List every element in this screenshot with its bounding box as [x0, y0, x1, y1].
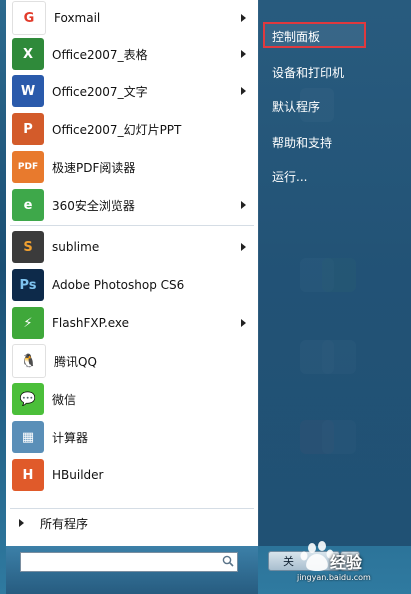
- program-item[interactable]: P Office2007_幻灯片PPT: [6, 111, 258, 147]
- program-label: sublime: [52, 240, 100, 254]
- program-label: FlashFXP.exe: [52, 316, 130, 330]
- search-input[interactable]: [20, 552, 238, 572]
- excel-icon: X: [12, 38, 44, 70]
- program-item[interactable]: 🐧 腾讯QQ: [6, 343, 258, 379]
- program-label: 腾讯QQ: [54, 354, 97, 369]
- qq-icon: 🐧: [12, 344, 46, 378]
- program-item[interactable]: PDF 极速PDF阅读器: [6, 149, 258, 185]
- all-programs-item[interactable]: 所有程序: [6, 511, 258, 535]
- expand-arrow-icon: [19, 519, 24, 527]
- pdf-reader-icon: PDF: [12, 151, 44, 183]
- program-label: HBuilder: [52, 468, 104, 482]
- program-item[interactable]: Ssublime: [6, 229, 258, 265]
- program-label: 360安全浏览器: [52, 198, 135, 213]
- program-item[interactable]: X Office2007_表格: [6, 36, 258, 72]
- search-icon[interactable]: [222, 555, 234, 567]
- watermark-url: jingyan.baidu.com: [297, 573, 371, 582]
- word-icon: W: [12, 75, 44, 107]
- program-item[interactable]: Ps Adobe Photoshop CS6: [6, 267, 258, 303]
- right-links-panel: 控制面板 设备和打印机 默认程序 帮助和支持 运行...: [258, 0, 411, 546]
- submenu-arrow-icon: [241, 50, 246, 58]
- submenu-arrow-icon: [241, 243, 246, 251]
- program-label: Adobe Photoshop CS6: [52, 278, 185, 292]
- submenu-arrow-icon: [241, 14, 246, 22]
- search-area: [6, 546, 258, 594]
- 360-browser-icon: e: [12, 189, 44, 221]
- right-link-devices-printers[interactable]: 设备和打印机: [272, 64, 344, 81]
- program-label: 微信: [52, 392, 77, 407]
- program-label: Office2007_幻灯片PPT: [52, 122, 182, 137]
- powerpoint-icon: P: [12, 113, 44, 145]
- program-item[interactable]: e 360安全浏览器: [6, 187, 258, 223]
- calculator-icon: ▦: [12, 421, 44, 453]
- right-link-control-panel[interactable]: 控制面板: [272, 28, 320, 45]
- program-label: Office2007_文字: [52, 84, 148, 99]
- program-label: 计算器: [52, 430, 89, 445]
- program-item[interactable]: ▦ 计算器: [6, 419, 258, 455]
- hbuilder-icon: H: [12, 459, 44, 491]
- flashfxp-icon: ⚡: [12, 307, 44, 339]
- right-link-default-programs[interactable]: 默认程序: [272, 98, 320, 115]
- start-menu-screen: G Foxmail X Office2007_表格 W Office2007_文字 P Off…: [0, 0, 411, 594]
- foxmail-icon: G: [12, 1, 46, 35]
- submenu-arrow-icon: [241, 87, 246, 95]
- submenu-arrow-icon: [241, 319, 246, 327]
- program-item[interactable]: H HBuilder: [6, 457, 258, 493]
- separator: [10, 225, 254, 226]
- program-item[interactable]: G Foxmail: [6, 0, 258, 36]
- separator: [10, 508, 254, 509]
- program-item[interactable]: 💬 微信: [6, 381, 258, 417]
- wechat-icon: 💬: [12, 383, 44, 415]
- program-item[interactable]: W Office2007_文字: [6, 73, 258, 109]
- program-label: 极速PDF阅读器: [52, 160, 136, 175]
- sublime-icon: S: [12, 231, 44, 263]
- watermark-text: 经验: [330, 553, 363, 572]
- right-link-run[interactable]: 运行...: [272, 168, 307, 185]
- all-programs-label: 所有程序: [40, 516, 89, 531]
- program-list-panel: G Foxmail X Office2007_表格 W Office2007_文字 P Off…: [6, 0, 259, 546]
- program-item[interactable]: ⚡ FlashFXP.exe: [6, 305, 258, 341]
- submenu-arrow-icon: [241, 201, 246, 209]
- program-label: Foxmail: [54, 11, 101, 25]
- program-label: Office2007_表格: [52, 47, 148, 62]
- right-link-help-support[interactable]: 帮助和支持: [272, 134, 332, 151]
- photoshop-icon: Ps: [12, 269, 44, 301]
